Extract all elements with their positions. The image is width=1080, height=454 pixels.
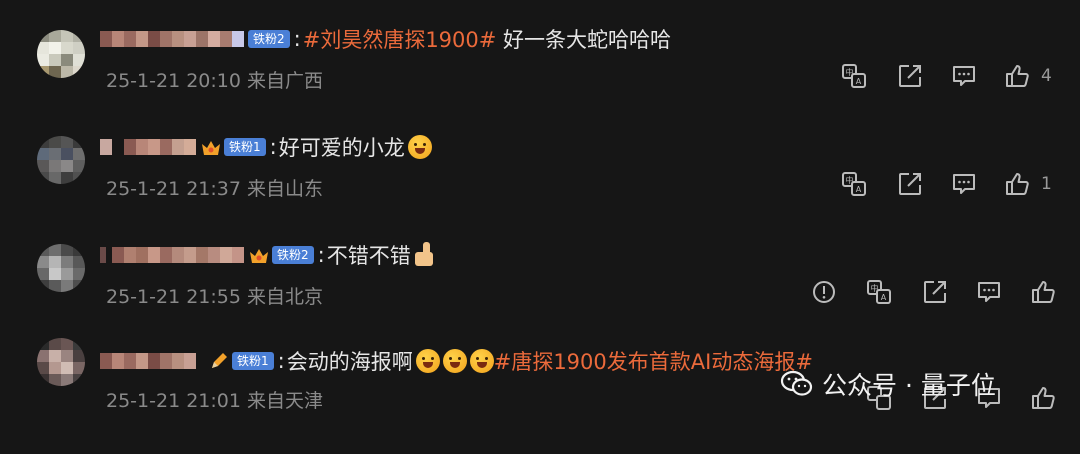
comment-location: 来自山东 [247, 178, 324, 200]
comment-meta: 25-1-21 21:01 来自天津 [106, 386, 323, 413]
separator-colon: : [293, 27, 301, 51]
fan-badge[interactable]: 铁粉1 [224, 138, 266, 156]
username-redacted[interactable] [100, 247, 244, 263]
avatar[interactable] [37, 244, 85, 292]
love-emoji-icon [415, 349, 440, 373]
topic-link[interactable]: #刘昊然唐探1900# [303, 24, 497, 54]
share-icon[interactable] [921, 278, 949, 306]
separator-colon: : [269, 135, 277, 159]
wechat-icon [780, 370, 813, 396]
laughing-emoji-icon [407, 135, 432, 159]
thumbs-up-icon[interactable] [1029, 278, 1057, 306]
alert-icon[interactable] [810, 278, 838, 306]
comment-date: 25-1-21 21:37 [106, 178, 241, 200]
translate-icon[interactable]: 中A [865, 278, 893, 306]
translate-icon[interactable]: 中A [840, 170, 868, 198]
like-count: 4 [1041, 66, 1052, 86]
avatar[interactable] [37, 338, 85, 386]
comment-text: 好可爱的小龙 [278, 136, 405, 160]
comment-location: 来自广西 [247, 70, 324, 92]
pencil-badge-icon [212, 353, 227, 368]
comment-item: 铁粉2 : #刘昊然唐探1900# 好一条大蛇哈哈哈 25-1-21 20:10… [0, 22, 1080, 132]
translate-icon[interactable]: 中A [840, 62, 868, 90]
svg-text:A: A [856, 185, 862, 194]
comment-location: 来自北京 [247, 286, 324, 308]
comment-content: 铁粉2 : 不错不错 [100, 238, 439, 272]
comment-content: 铁粉1 : 会动的海报啊 #唐探1900发布首款AI动态海报# [100, 344, 813, 378]
separator-colon: : [277, 349, 285, 373]
love-emoji-icon [442, 349, 467, 373]
like-count: 1 [1041, 174, 1052, 194]
comment-item: 铁粉2 : 不错不错 25-1-21 21:55 来自北京 中A [0, 238, 1080, 348]
topic-link[interactable]: #唐探1900发布首款AI动态海报# [494, 346, 813, 376]
username-redacted[interactable] [100, 139, 196, 155]
username-redacted[interactable] [100, 353, 204, 369]
avatar[interactable] [37, 30, 85, 78]
thumbs-up-icon[interactable] [1003, 170, 1031, 198]
comment-icon[interactable] [975, 278, 1003, 306]
share-icon[interactable] [896, 62, 924, 90]
svg-text:A: A [856, 77, 862, 86]
comment-content: 铁粉2 : #刘昊然唐探1900# 好一条大蛇哈哈哈 [100, 22, 671, 56]
comment-meta: 25-1-21 21:55 来自北京 [106, 282, 323, 309]
svg-text:A: A [881, 293, 887, 302]
share-icon[interactable] [896, 170, 924, 198]
comment-location: 来自天津 [247, 390, 324, 412]
svg-text:中: 中 [871, 283, 879, 293]
comment-date: 25-1-21 20:10 [106, 70, 241, 92]
comment-text: 好一条大蛇哈哈哈 [496, 28, 672, 52]
svg-text:中: 中 [846, 67, 854, 77]
crown-icon [202, 141, 220, 155]
comment-date: 25-1-21 21:01 [106, 390, 241, 412]
comment-icon[interactable] [950, 170, 978, 198]
watermark-text: 公众号 · 量子位 [822, 371, 996, 400]
crown-icon [250, 249, 268, 263]
thumbs-up-icon[interactable] [1029, 384, 1057, 412]
fan-badge[interactable]: 铁粉2 [272, 246, 314, 264]
comment-item: 铁粉1 : 好可爱的小龙 25-1-21 21:37 来自山东 中A 1 [0, 130, 1080, 240]
avatar[interactable] [37, 136, 85, 184]
comment-date: 25-1-21 21:55 [106, 286, 241, 308]
comment-text: 会动的海报啊 [286, 350, 413, 374]
separator-colon: : [317, 243, 325, 267]
thumbs-up-icon[interactable] [1003, 62, 1031, 90]
comment-meta: 25-1-21 21:37 来自山东 [106, 174, 323, 201]
comment-text: 不错不错 [326, 244, 411, 268]
username-redacted[interactable] [100, 31, 244, 47]
fan-badge[interactable]: 铁粉1 [232, 352, 274, 370]
svg-text:中: 中 [846, 175, 854, 185]
comment-content: 铁粉1 : 好可爱的小龙 [100, 130, 432, 164]
fan-badge[interactable]: 铁粉2 [248, 30, 290, 48]
thumbs-up-emoji-icon [413, 242, 439, 268]
wechat-watermark: 公众号 · 量子位 [780, 366, 996, 402]
comment-icon[interactable] [950, 62, 978, 90]
love-emoji-icon [469, 349, 494, 373]
comment-meta: 25-1-21 20:10 来自广西 [106, 66, 323, 93]
